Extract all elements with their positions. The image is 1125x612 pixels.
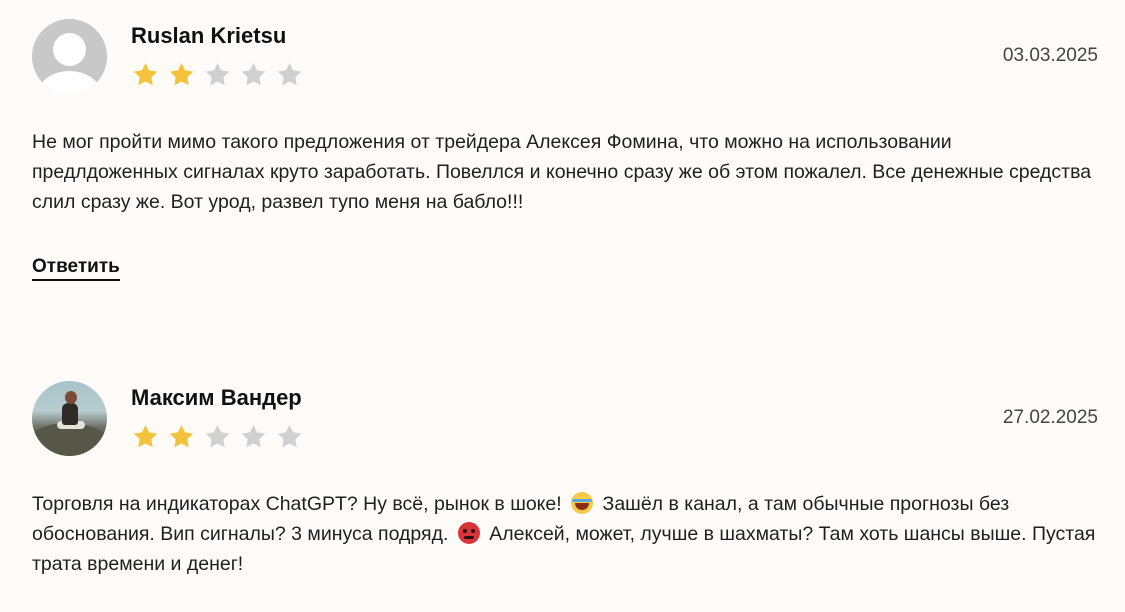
review-text: Торговля на индикаторах ChatGPT? Ну всё,… xyxy=(32,489,1098,579)
laughing-emoji-icon xyxy=(571,492,594,514)
star-rating xyxy=(131,61,304,89)
avatar xyxy=(32,381,107,456)
reply-link[interactable]: Ответить xyxy=(32,256,120,281)
review-date: 27.02.2025 xyxy=(1002,407,1098,428)
star-empty-icon xyxy=(277,425,302,448)
star-filled-icon xyxy=(169,425,194,448)
star-filled-icon xyxy=(133,425,158,448)
review-author-name: Ruslan Krietsu xyxy=(131,23,287,48)
star-empty-icon xyxy=(277,63,302,86)
star-rating xyxy=(131,423,304,451)
review-date: 03.03.2025 xyxy=(1002,45,1098,66)
star-empty-icon xyxy=(205,425,230,448)
star-empty-icon xyxy=(205,63,230,86)
star-filled-icon xyxy=(133,63,158,86)
star-empty-icon xyxy=(241,63,266,86)
avatar xyxy=(32,19,107,94)
angry-face-emoji-icon xyxy=(457,522,480,544)
star-filled-icon xyxy=(169,63,194,86)
star-empty-icon xyxy=(241,425,266,448)
review-author-name: Максим Вандер xyxy=(131,385,302,410)
review-text: Не мог пройти мимо такого предложения от… xyxy=(32,131,1092,213)
review-text-part: Торговля на индикаторах ChatGPT? Ну всё,… xyxy=(32,493,562,515)
